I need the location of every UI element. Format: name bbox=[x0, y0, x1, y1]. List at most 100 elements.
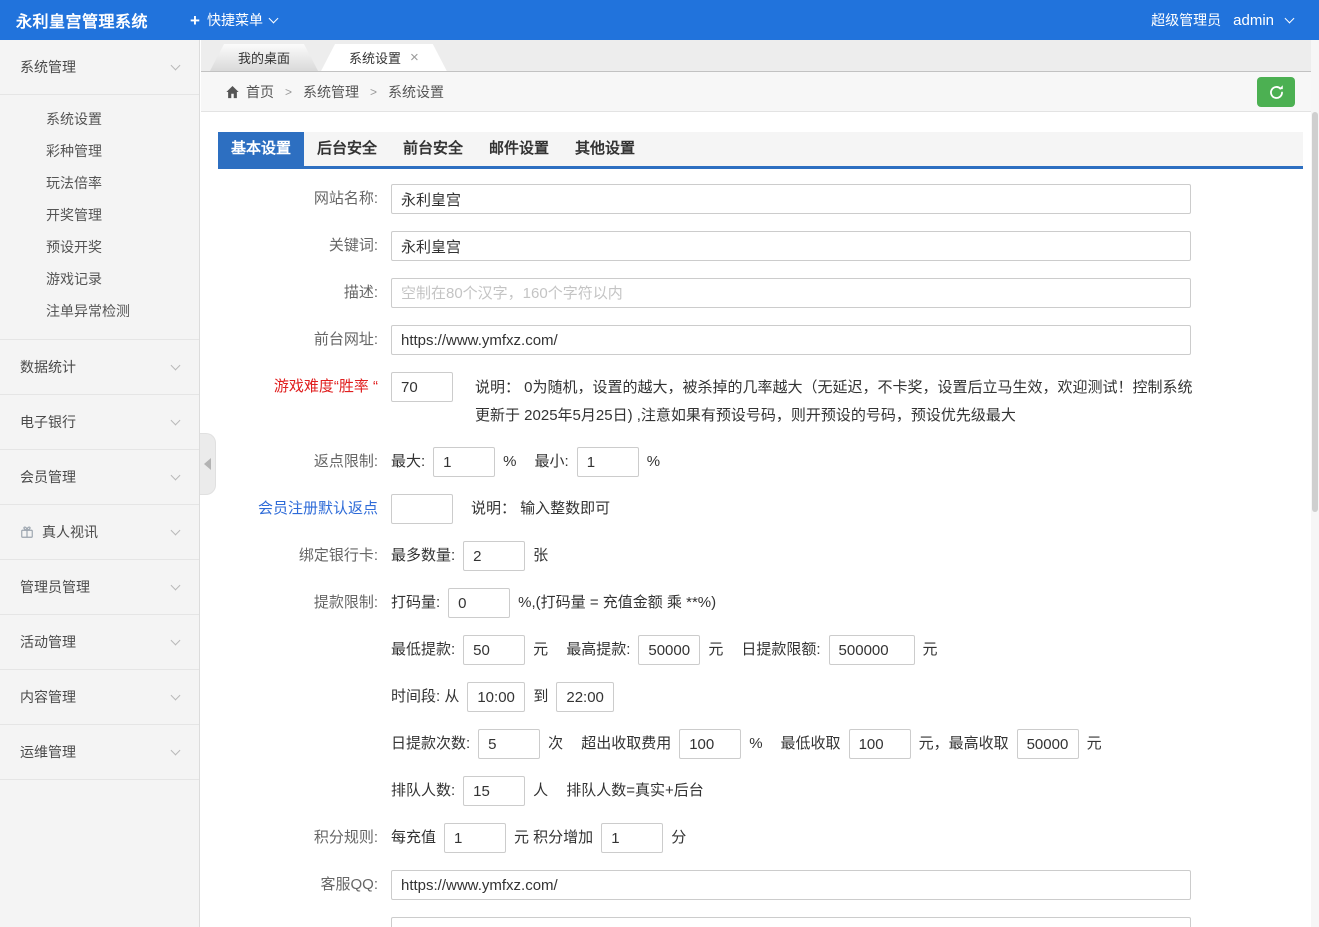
field-content: 日提款次数:次超出收取费用%最低收取元，最高收取元 bbox=[391, 729, 1102, 759]
breadcrumb-item-2[interactable]: 系统设置 bbox=[388, 82, 444, 102]
sidebar-collapse-handle[interactable] bbox=[200, 433, 216, 495]
sidebar-group-label: 数据统计 bbox=[20, 357, 172, 377]
site-name-input[interactable] bbox=[391, 184, 1191, 214]
breadcrumb-item-1[interactable]: 系统管理 bbox=[303, 82, 359, 102]
user-name: admin bbox=[1233, 12, 1274, 29]
points-gain-input[interactable] bbox=[601, 823, 663, 853]
quick-menu-label: 快捷菜单 bbox=[207, 10, 263, 30]
breadcrumb-item-0[interactable]: 首页 bbox=[225, 82, 274, 102]
sidebar-group-2[interactable]: 电子银行 bbox=[0, 395, 199, 450]
sidebar-group-8[interactable]: 运维管理 bbox=[0, 725, 199, 780]
tab-其他设置[interactable]: 其他设置 bbox=[562, 132, 648, 166]
rebate-min-input[interactable] bbox=[577, 447, 639, 477]
max-withdraw-input[interactable] bbox=[638, 635, 700, 665]
sidebar-group-label: 活动管理 bbox=[20, 632, 172, 652]
min-fee-input[interactable] bbox=[849, 729, 911, 759]
main-area: 我的桌面系统设置× 首页>系统管理>系统设置 基本设置后台安全前台安全邮件设置其… bbox=[201, 40, 1319, 927]
sidebar-group-0[interactable]: 系统管理 bbox=[0, 40, 199, 95]
sidebar-group-5[interactable]: 管理员管理 bbox=[0, 560, 199, 615]
sidebar-group-7[interactable]: 内容管理 bbox=[0, 670, 199, 725]
app-title: 永利皇宫管理系统 bbox=[16, 8, 148, 32]
form-row-13: 积分规则:每充值元 积分增加分 bbox=[231, 823, 1303, 853]
field-text: 最低收取 bbox=[781, 729, 841, 759]
tab-基本设置[interactable]: 基本设置 bbox=[218, 132, 304, 166]
sidebar: 系统管理系统设置彩种管理玩法倍率开奖管理预设开奖游戏记录注单异常检测数据统计电子… bbox=[0, 40, 200, 927]
field-text: % bbox=[647, 447, 660, 477]
chevron-down-icon bbox=[171, 470, 181, 480]
chevron-down-icon bbox=[269, 13, 279, 23]
window-tab-1[interactable]: 系统设置× bbox=[321, 44, 447, 71]
keywords-input[interactable] bbox=[391, 231, 1191, 261]
service-qq-input[interactable] bbox=[391, 870, 1191, 900]
sidebar-item-0[interactable]: 系统设置 bbox=[0, 103, 199, 135]
tab-后台安全[interactable]: 后台安全 bbox=[304, 132, 390, 166]
sidebar-group-1[interactable]: 数据统计 bbox=[0, 340, 199, 395]
field-content: 最多数量:张 bbox=[391, 541, 548, 571]
rebate-max-input[interactable] bbox=[433, 447, 495, 477]
close-icon[interactable]: × bbox=[410, 50, 419, 65]
wager-requirement-input[interactable] bbox=[448, 588, 510, 618]
field-text: 元 积分增加 bbox=[514, 823, 593, 853]
daily-withdraw-limit-input[interactable] bbox=[829, 635, 915, 665]
sidebar-item-6[interactable]: 注单异常检测 bbox=[0, 295, 199, 327]
excess-fee-input[interactable] bbox=[679, 729, 741, 759]
max-bankcards-input[interactable] bbox=[463, 541, 525, 571]
default-rebate-input[interactable] bbox=[391, 494, 453, 524]
form-row-15 bbox=[231, 917, 1303, 927]
sidebar-group-3[interactable]: 会员管理 bbox=[0, 450, 199, 505]
field-label: 返点限制: bbox=[231, 447, 391, 477]
site-url-input[interactable] bbox=[391, 325, 1191, 355]
sidebar-group-4[interactable]: 真人视讯 bbox=[0, 505, 199, 560]
tab-邮件设置[interactable]: 邮件设置 bbox=[476, 132, 562, 166]
field-label: 提款限制: bbox=[231, 588, 391, 618]
field-text: 元 bbox=[533, 635, 548, 665]
field-label[interactable]: 会员注册默认返点 bbox=[231, 494, 391, 524]
sidebar-group-6[interactable]: 活动管理 bbox=[0, 615, 199, 670]
sidebar-item-1[interactable]: 彩种管理 bbox=[0, 135, 199, 167]
field-content: 排队人数:人排队人数=真实+后台 bbox=[391, 776, 704, 806]
field-text: 日提款限额: bbox=[741, 635, 820, 665]
tab-前台安全[interactable]: 前台安全 bbox=[390, 132, 476, 166]
field-text: 元 bbox=[708, 635, 723, 665]
recharge-amount-input[interactable] bbox=[444, 823, 506, 853]
sidebar-item-4[interactable]: 预设开奖 bbox=[0, 231, 199, 263]
chevron-down-icon bbox=[171, 690, 181, 700]
chevron-down-icon bbox=[171, 745, 181, 755]
form-row-9: 最低提款:元最高提款:元日提款限额:元 bbox=[231, 635, 1303, 665]
settings-tabs: 基本设置后台安全前台安全邮件设置其他设置 bbox=[218, 132, 1303, 169]
field-content bbox=[391, 917, 1191, 927]
quick-menu-button[interactable]: + 快捷菜单 bbox=[190, 10, 277, 30]
max-fee-input[interactable] bbox=[1017, 729, 1079, 759]
sidebar-group-label: 会员管理 bbox=[20, 467, 172, 487]
chevron-down-icon bbox=[171, 60, 181, 70]
field-text: 排队人数: bbox=[391, 776, 455, 806]
refresh-button[interactable] bbox=[1257, 77, 1295, 107]
scrollbar-thumb[interactable] bbox=[1312, 112, 1318, 512]
queue-count-input[interactable] bbox=[463, 776, 525, 806]
form-row-11: 日提款次数:次超出收取费用%最低收取元，最高收取元 bbox=[231, 729, 1303, 759]
extra-setting-input[interactable] bbox=[391, 917, 1191, 927]
sidebar-item-3[interactable]: 开奖管理 bbox=[0, 199, 199, 231]
description-input[interactable] bbox=[391, 278, 1191, 308]
field-text: 次 bbox=[548, 729, 563, 759]
breadcrumb-separator: > bbox=[370, 85, 377, 99]
user-menu[interactable]: 超级管理员 admin bbox=[1151, 10, 1293, 30]
sidebar-item-5[interactable]: 游戏记录 bbox=[0, 263, 199, 295]
window-tab-0[interactable]: 我的桌面 bbox=[210, 44, 318, 71]
sidebar-item-2[interactable]: 玩法倍率 bbox=[0, 167, 199, 199]
field-text: % bbox=[503, 447, 516, 477]
sidebar-group-label: 系统管理 bbox=[20, 57, 172, 77]
field-text: 最小: bbox=[535, 447, 569, 477]
field-label: 绑定银行卡: bbox=[231, 541, 391, 571]
daily-withdraw-count-input[interactable] bbox=[478, 729, 540, 759]
form-row-6: 会员注册默认返点说明： 输入整数即可 bbox=[231, 494, 1303, 524]
settings-page: 基本设置后台安全前台安全邮件设置其他设置 网站名称:关键词:描述:前台网址:游戏… bbox=[201, 112, 1319, 927]
form-row-8: 提款限制:打码量:%,(打码量 = 充值金额 乘 **%) bbox=[231, 588, 1303, 618]
time-from-input[interactable] bbox=[467, 682, 525, 712]
field-text: 元 bbox=[1087, 729, 1102, 759]
scrollbar[interactable] bbox=[1311, 40, 1319, 927]
min-withdraw-input[interactable] bbox=[463, 635, 525, 665]
field-text: 元 bbox=[923, 635, 938, 665]
win-rate-input[interactable] bbox=[391, 372, 453, 402]
time-to-input[interactable] bbox=[556, 682, 614, 712]
